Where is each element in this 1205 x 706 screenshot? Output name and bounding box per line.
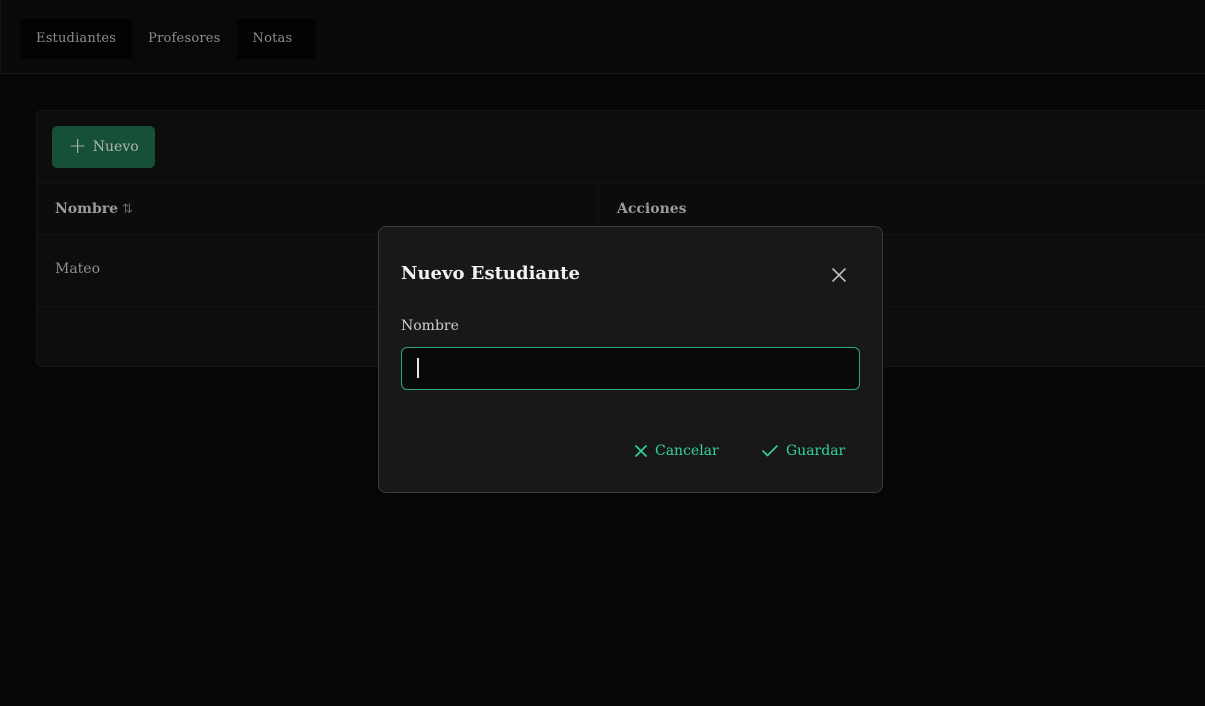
save-button[interactable]: Guardar — [761, 435, 845, 467]
close-icon[interactable] — [825, 261, 853, 289]
save-button-label: Guardar — [786, 443, 846, 459]
nombre-input[interactable] — [401, 347, 860, 390]
cancel-button-label: Cancelar — [655, 443, 719, 459]
x-icon — [635, 445, 647, 457]
app-page: Estudiantes Profesores Notas + Nuevo Nom… — [0, 0, 1205, 706]
new-student-dialog: Nuevo Estudiante Nombre Cancelar Guardar — [378, 226, 883, 493]
nombre-field-label: Nombre — [401, 318, 459, 334]
dialog-title: Nuevo Estudiante — [401, 263, 580, 284]
text-caret — [417, 358, 419, 378]
check-icon — [762, 445, 778, 457]
cancel-button[interactable]: Cancelar — [634, 435, 719, 467]
